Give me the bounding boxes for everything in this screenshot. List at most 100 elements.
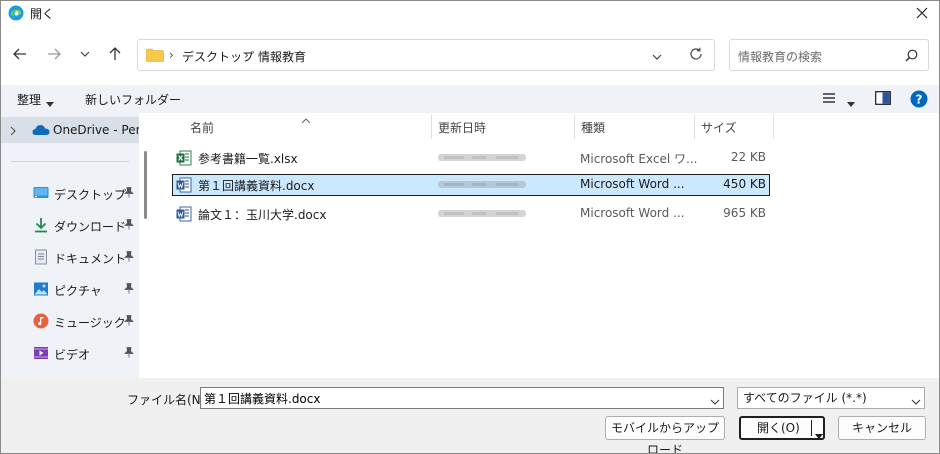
nav-pane-scrollbar[interactable] [144, 151, 147, 219]
organize-menu[interactable]: 整理 [17, 91, 41, 108]
file-type: Microsoft Word ... [580, 206, 685, 220]
column-divider[interactable] [773, 115, 774, 139]
close-button[interactable] [905, 1, 939, 25]
arrow-left-icon [13, 48, 26, 60]
column-header-name[interactable]: 名前 [190, 119, 214, 136]
file-row[interactable]: 論文１：玉川大学.docx Microsoft Word ... 965 KB [172, 203, 770, 225]
chevron-down-icon [652, 54, 662, 60]
filetype-selected-value: すべてのファイル (*.*) [743, 391, 867, 405]
svg-text:?: ? [916, 93, 923, 107]
nav-item-documents[interactable]: ドキュメント [1, 243, 139, 271]
column-divider[interactable] [694, 115, 695, 139]
nav-label: ダウンロード [54, 220, 127, 234]
cancel-button[interactable]: キャンセル [838, 416, 926, 440]
filename-history-dropdown[interactable] [710, 394, 720, 408]
open-file-dialog: 開く › デスクトップ › 情報教育 情報教育の検索 整理 新しいフォルダー ?… [0, 0, 940, 454]
nav-item-onedrive[interactable]: OneDrive - Personal [1, 117, 139, 143]
column-header-type[interactable]: 種類 [581, 119, 605, 136]
back-button[interactable] [7, 41, 33, 67]
search-placeholder: 情報教育の検索 [738, 50, 823, 64]
nav-divider [11, 161, 129, 162]
close-icon [916, 7, 928, 19]
onedrive-cloud-icon [32, 124, 50, 139]
address-bar[interactable]: › デスクトップ › 情報教育 [137, 39, 715, 71]
nav-item-music[interactable]: ミュージック [1, 307, 139, 335]
new-folder-button[interactable]: 新しいフォルダー [85, 91, 181, 108]
filetype-select[interactable]: すべてのファイル (*.*) [737, 387, 925, 409]
nav-label: ドキュメント [54, 252, 127, 266]
nav-label: デスクトップ [54, 188, 127, 202]
folder-icon [146, 48, 164, 65]
arrow-up-icon [109, 47, 121, 60]
file-row-selected[interactable]: 第１回講義資料.docx Microsoft Word ... 450 KB [172, 174, 770, 196]
chevron-down-icon [80, 51, 90, 57]
help-icon[interactable]: ? [910, 90, 928, 111]
nav-label: ミュージック [54, 316, 126, 330]
file-name: 参考書籍一覧.xlsx [198, 152, 298, 166]
file-size: 22 KB [730, 150, 766, 164]
documents-icon [33, 249, 49, 265]
videos-icon [33, 345, 49, 361]
chevron-down-icon[interactable] [911, 394, 921, 408]
open-options-dropdown[interactable] [815, 425, 823, 445]
nav-onedrive-label: OneDrive - Personal [53, 123, 139, 137]
column-divider[interactable] [574, 115, 575, 139]
column-divider[interactable] [431, 115, 432, 139]
breadcrumb-separator: › [244, 48, 249, 62]
word-icon [176, 177, 192, 196]
caret-down-icon[interactable] [847, 96, 855, 110]
word-icon [176, 206, 192, 225]
music-icon [33, 313, 49, 329]
chevron-right-icon[interactable] [10, 125, 16, 139]
nav-item-desktop[interactable]: デスクトップ [1, 179, 139, 207]
refresh-icon [690, 47, 702, 60]
nav-item-pictures[interactable]: ピクチャ [1, 275, 139, 303]
file-size: 450 KB [723, 177, 766, 191]
forward-button[interactable] [41, 41, 67, 67]
up-button[interactable] [102, 41, 128, 67]
desktop-icon [33, 185, 49, 201]
preview-pane-icon[interactable] [875, 91, 891, 108]
search-icon[interactable] [905, 49, 918, 65]
blurred-date-value [438, 210, 526, 217]
nav-item-videos[interactable]: ビデオ [1, 339, 139, 367]
breadcrumb-separator: › [169, 48, 174, 62]
download-icon [33, 217, 49, 233]
blurred-date-value [438, 181, 526, 188]
open-button[interactable]: 開く(O) [739, 416, 825, 440]
pin-icon [124, 283, 134, 297]
filename-input[interactable] [200, 387, 724, 409]
dialog-footer: ファイル名(N): すべてのファイル (*.*) モバイルからアップロード 開く… [1, 378, 939, 453]
chevron-down-icon [710, 399, 720, 405]
refresh-button[interactable] [689, 47, 703, 64]
caret-down-icon [815, 434, 823, 439]
address-history-dropdown[interactable] [652, 49, 662, 63]
pin-icon [124, 219, 134, 233]
pin-icon [124, 251, 134, 265]
recent-locations-button[interactable] [72, 41, 98, 67]
edge-browser-icon [8, 5, 24, 21]
file-type: Microsoft Excel ワ... [580, 152, 698, 166]
file-type: Microsoft Word ... [580, 177, 685, 191]
navigation-pane: OneDrive - Personal デスクトップ [1, 113, 139, 378]
file-size: 965 KB [723, 206, 766, 220]
caret-down-icon[interactable] [46, 96, 54, 110]
file-row[interactable]: 参考書籍一覧.xlsx Microsoft Excel ワ... 22 KB [172, 147, 770, 169]
breadcrumb-current-folder[interactable]: 情報教育 [258, 48, 306, 65]
title-bar: 開く [1, 1, 939, 25]
search-input[interactable]: 情報教育の検索 [729, 39, 929, 71]
column-header-modified[interactable]: 更新日時 [438, 119, 486, 136]
upload-from-mobile-button[interactable]: モバイルからアップロード [605, 416, 725, 453]
arrow-right-icon [48, 48, 61, 60]
column-header-size[interactable]: サイズ [701, 119, 737, 136]
open-button-label: 開く(O) [757, 421, 800, 435]
pin-icon [124, 315, 134, 329]
sort-ascending-icon [301, 113, 311, 127]
nav-item-downloads[interactable]: ダウンロード [1, 211, 139, 239]
file-name: 論文１：玉川大学.docx [198, 208, 327, 222]
view-details-icon[interactable] [822, 92, 836, 107]
excel-icon [176, 150, 192, 169]
command-bar: 整理 新しいフォルダー ? [1, 85, 939, 113]
nav-label: ピクチャ [54, 284, 102, 298]
filename-label: ファイル名(N): [127, 393, 210, 407]
